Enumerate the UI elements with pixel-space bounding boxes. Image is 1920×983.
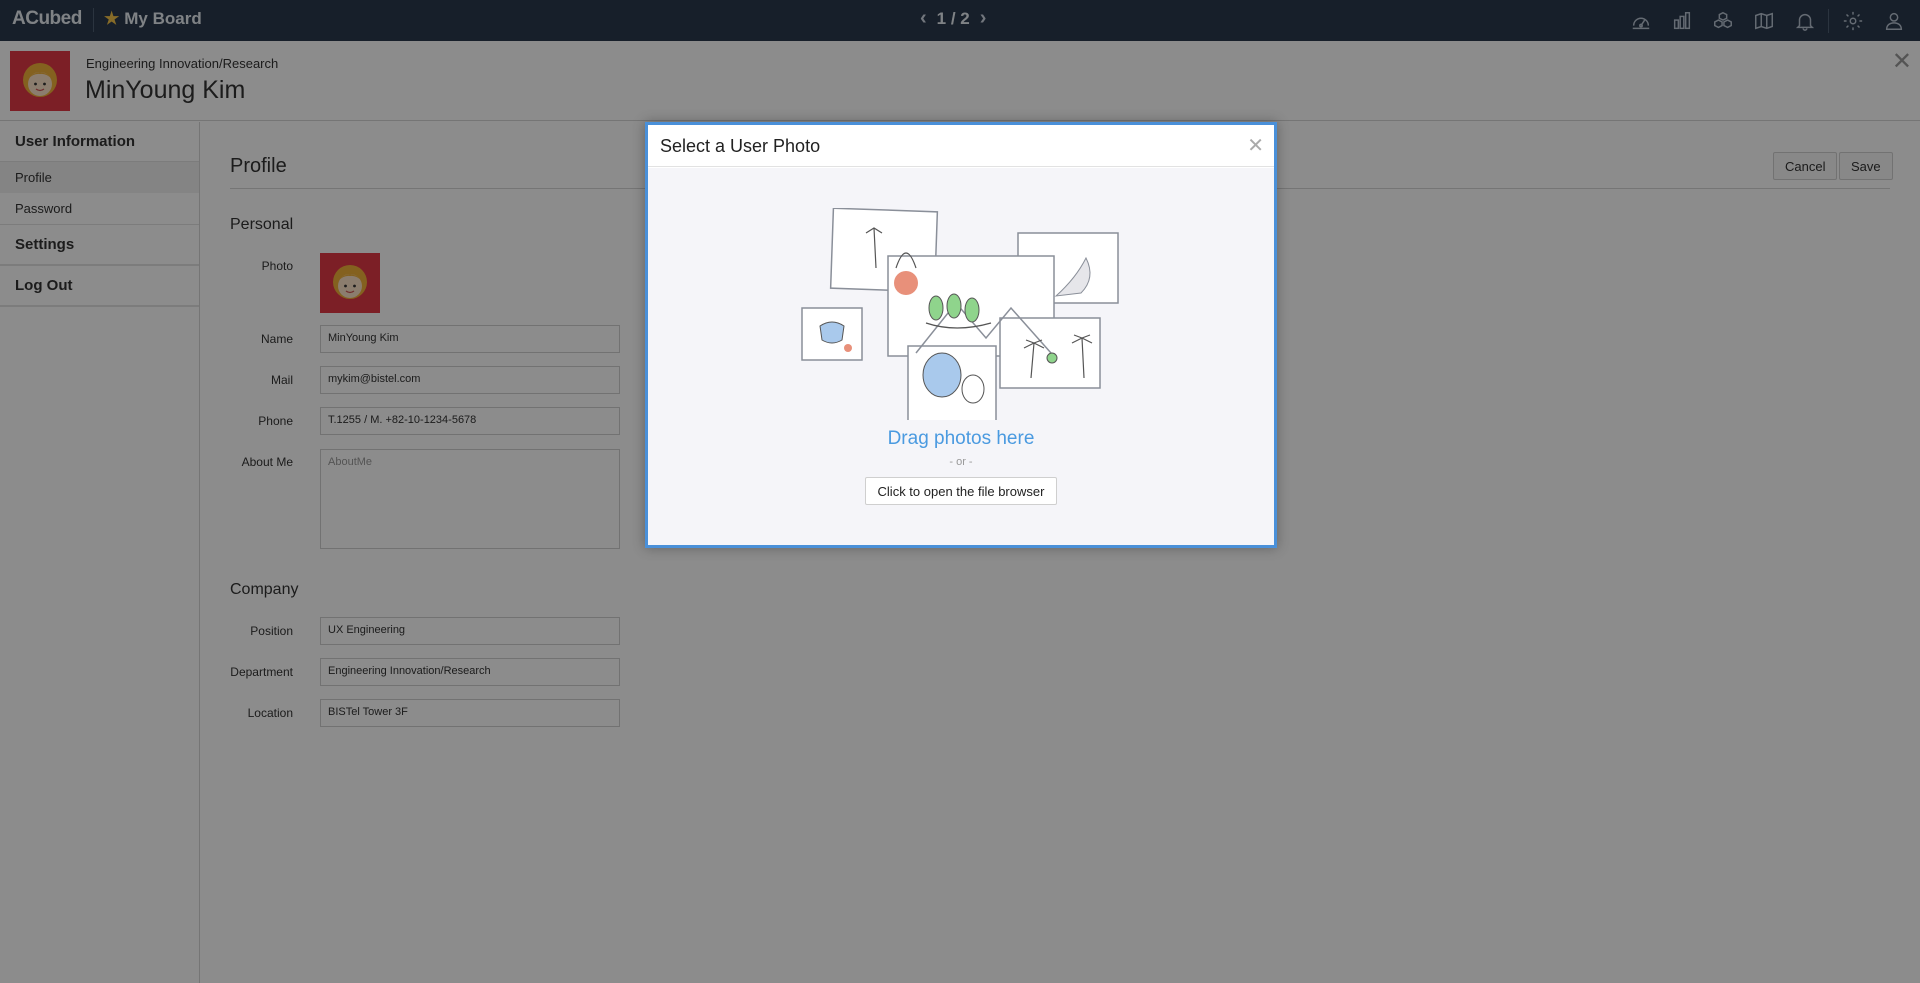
drag-photos-text: Drag photos here (887, 428, 1035, 449)
or-divider-text: - or - (949, 456, 973, 468)
photo-drop-zone[interactable]: Drag photos here - or - Click to open th… (648, 168, 1274, 545)
open-file-browser-button[interactable]: Click to open the file browser (865, 477, 1057, 505)
select-photo-dialog: Select a User Photo ✕ Drag photos here -… (645, 122, 1277, 548)
dialog-title: Select a User Photo (660, 136, 821, 156)
photos-illustration (801, 208, 1119, 420)
close-icon[interactable]: ✕ (1247, 133, 1264, 158)
dialog-header: Select a User Photo ✕ (648, 125, 1274, 167)
